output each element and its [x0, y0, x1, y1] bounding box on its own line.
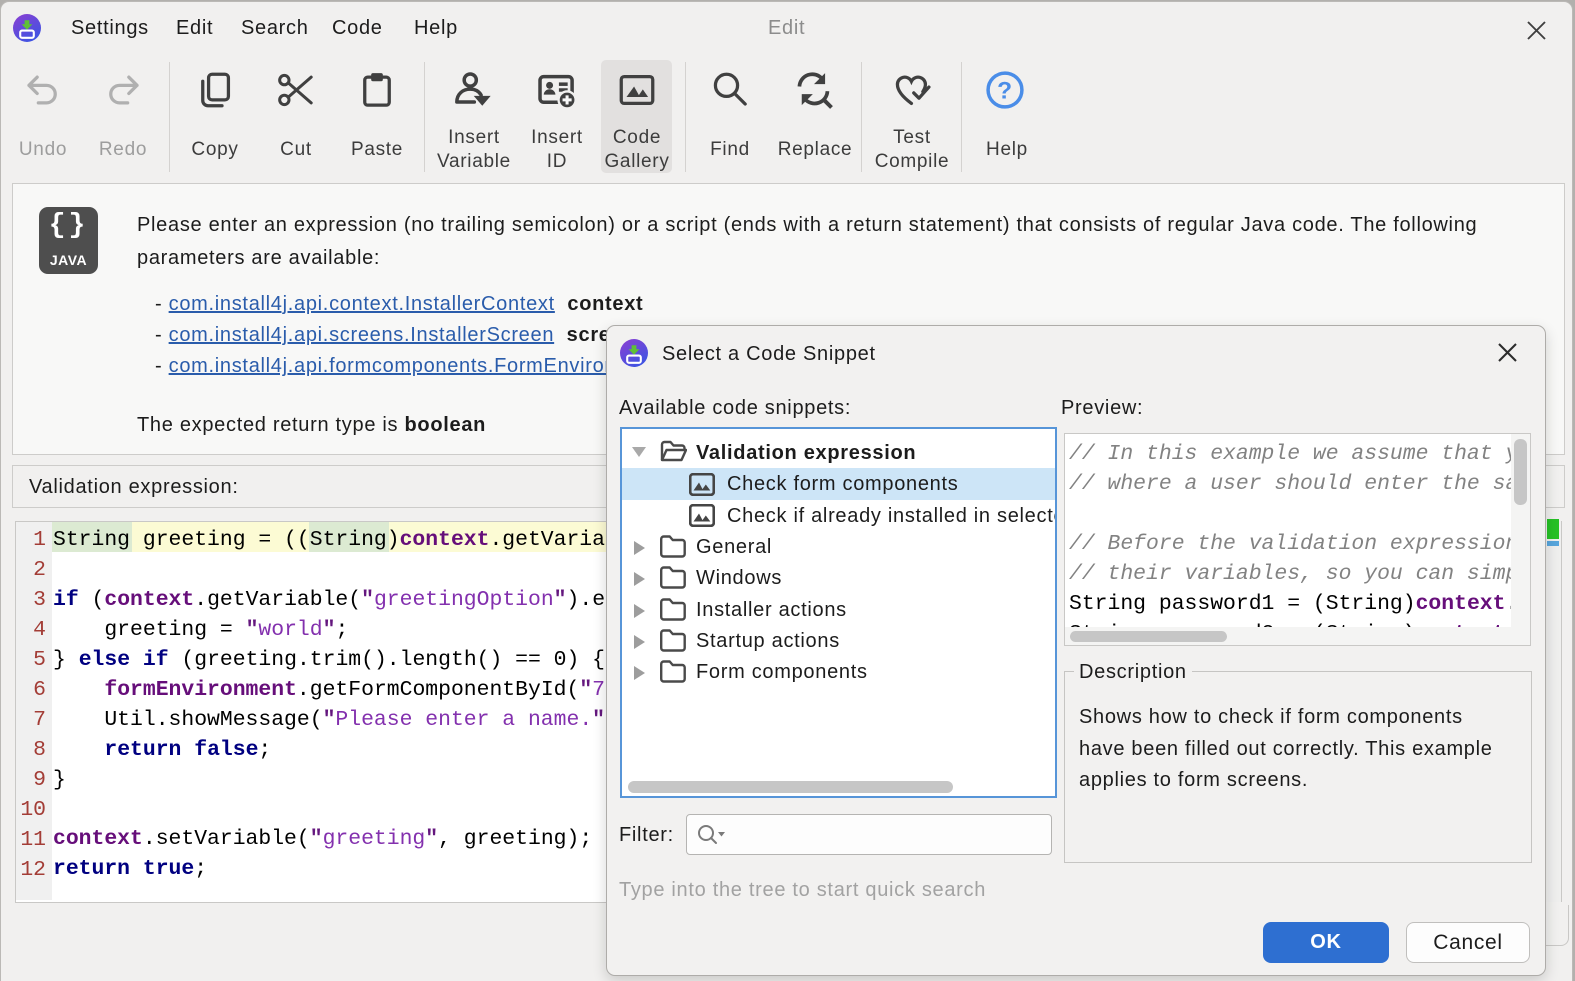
svg-text:?: ? [997, 78, 1013, 105]
